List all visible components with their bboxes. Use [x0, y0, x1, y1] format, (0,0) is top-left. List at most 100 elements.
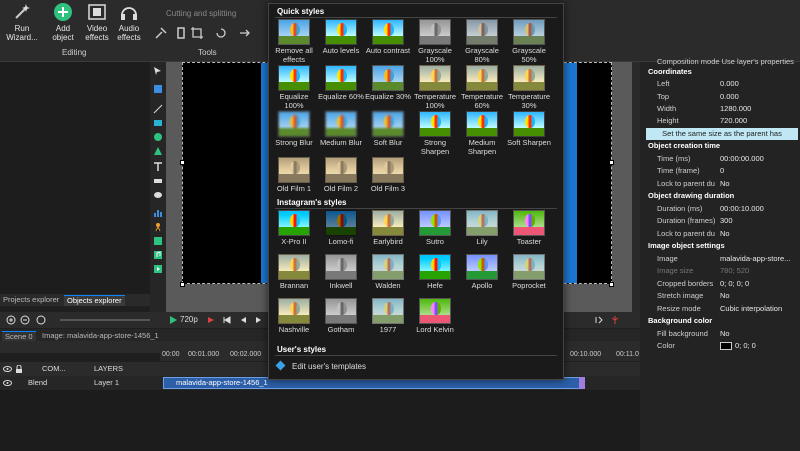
style-option[interactable]: Auto contrast [365, 19, 411, 55]
style-option[interactable]: Hefe [412, 254, 458, 290]
resize-handle[interactable] [609, 282, 614, 287]
style-option[interactable]: Old Film 3 [365, 157, 411, 193]
tab-scene-0[interactable]: Scene 0 [2, 331, 36, 341]
style-option[interactable]: Soft Blur [365, 111, 411, 147]
video-object-icon[interactable] [153, 264, 163, 274]
tab-projects-explorer[interactable]: Projects explorer [0, 295, 62, 306]
style-option[interactable]: Medium Blur [318, 111, 364, 147]
text-object-icon[interactable] [153, 84, 163, 94]
prop-value[interactable]: Cubic interpolation [720, 303, 782, 315]
drawing-duration-section[interactable]: Object drawing duration [640, 190, 800, 202]
record-icon[interactable] [206, 315, 216, 325]
prop-color[interactable]: Color 0; 0; 0 [640, 340, 800, 352]
prop-stretch-image[interactable]: Stretch image No [640, 290, 800, 302]
style-option[interactable]: Strong Sharpen [412, 111, 458, 156]
style-option[interactable]: Brannan [271, 254, 317, 290]
style-option[interactable]: Medium Sharpen [459, 111, 505, 156]
resize-handle[interactable] [180, 282, 185, 287]
prop-value[interactable]: No [720, 328, 730, 340]
add-object-button[interactable]: Add object [46, 0, 80, 50]
style-option[interactable]: X-Pro II [271, 210, 317, 246]
style-option[interactable]: Temperature 60% [459, 65, 505, 110]
prop-lock-parent-duration[interactable]: Lock to parent du No [640, 228, 800, 240]
style-option[interactable]: Earlybird [365, 210, 411, 246]
prop-width[interactable]: Width 1280.000 [640, 103, 800, 115]
style-option[interactable]: Lomo-fi [318, 210, 364, 246]
crop-icon[interactable] [190, 26, 204, 40]
prop-value[interactable]: malavida-app-store... [720, 253, 790, 265]
coordinates-section[interactable]: Coordinates [640, 66, 800, 78]
style-option[interactable]: Apollo [459, 254, 505, 290]
prop-value[interactable]: 720.000 [720, 115, 747, 127]
blend-mode-select[interactable]: Blend [28, 378, 47, 387]
prop-value[interactable]: No [720, 228, 730, 240]
lock-icon[interactable] [15, 365, 23, 373]
prop-value[interactable]: 0; 0; 0; 0 [720, 278, 749, 290]
prop-image[interactable]: Image malavida-app-store... [640, 253, 800, 265]
zoom-in-icon[interactable] [6, 315, 16, 325]
prop-value[interactable]: 00:00:10.000 [720, 203, 764, 215]
prop-value[interactable]: 300 [720, 215, 733, 227]
style-option[interactable]: Old Film 1 [271, 157, 317, 193]
clip-icon[interactable] [174, 26, 188, 40]
shape-icon[interactable] [153, 146, 163, 156]
tab-image-object[interactable]: Image: malavida-app-store-1456_1 [42, 331, 159, 340]
prop-duration-frames[interactable]: Duration (frames) 300 [640, 215, 800, 227]
style-option[interactable]: Soft Sharpen [506, 111, 552, 147]
timeline-body[interactable] [0, 390, 640, 451]
style-option[interactable]: Remove all effects [271, 19, 317, 64]
step-back-icon[interactable] [238, 315, 248, 325]
run-wizard-button[interactable]: Run Wizard... [4, 0, 40, 50]
rectangle-icon[interactable] [153, 118, 163, 128]
prop-value[interactable]: 1280.000 [720, 103, 751, 115]
zoom-out-icon[interactable] [20, 315, 30, 325]
style-option[interactable]: Toaster [506, 210, 552, 246]
zoom-fit-icon[interactable] [36, 315, 46, 325]
image-settings-section[interactable]: Image object settings [640, 240, 800, 252]
text-icon[interactable] [153, 162, 163, 172]
marker-icon[interactable] [594, 315, 604, 325]
background-color-section[interactable]: Background color [640, 315, 800, 327]
prop-left[interactable]: Left 0.000 [640, 78, 800, 90]
audio-object-icon[interactable] [153, 250, 163, 260]
style-option[interactable]: Walden [365, 254, 411, 290]
style-option[interactable]: Inkwell [318, 254, 364, 290]
style-option[interactable]: Old Film 2 [318, 157, 364, 193]
animation-icon[interactable] [153, 222, 163, 232]
canvas-scrollbar[interactable] [632, 62, 640, 312]
audio-effects-button[interactable]: Audio effects [112, 0, 146, 50]
prop-value[interactable]: 0; 0; 0 [720, 340, 756, 352]
tab-objects-explorer[interactable]: Objects explorer [64, 295, 125, 306]
style-option[interactable]: Temperature 30% [506, 65, 552, 110]
style-option[interactable]: Equalize 60% [318, 65, 364, 101]
style-option[interactable]: Grayscale 50% [506, 19, 552, 64]
edit-user-templates-item[interactable]: Edit user's templates [275, 360, 366, 374]
line-icon[interactable] [153, 104, 163, 114]
style-option[interactable]: Lord Kelvin [412, 298, 458, 334]
video-effects-button[interactable]: Video effects [80, 0, 114, 50]
prop-resize-mode[interactable]: Resize mode Cubic interpolation [640, 303, 800, 315]
style-option[interactable]: Nashville [271, 298, 317, 334]
prop-time-frame[interactable]: Time (frame) 0 [640, 165, 800, 177]
cursor-icon[interactable] [153, 66, 163, 76]
prop-value[interactable]: No [720, 178, 730, 190]
prop-cropped-borders[interactable]: Cropped borders 0; 0; 0; 0 [640, 278, 800, 290]
clip-end-handle[interactable] [579, 377, 585, 389]
prop-value[interactable]: 00:00:00.000 [720, 153, 764, 165]
style-option[interactable]: Grayscale 80% [459, 19, 505, 64]
prop-lock-parent[interactable]: Lock to parent du No [640, 178, 800, 190]
skip-start-icon[interactable] [222, 315, 232, 325]
prop-height[interactable]: Height 720.000 [640, 115, 800, 127]
split-icon[interactable] [610, 315, 620, 325]
step-forward-icon[interactable] [254, 315, 264, 325]
rotate-icon[interactable] [214, 26, 228, 40]
prop-time-ms[interactable]: Time (ms) 00:00:00.000 [640, 153, 800, 165]
image-object-icon[interactable] [153, 236, 163, 246]
style-option[interactable]: Strong Blur [271, 111, 317, 147]
style-option[interactable]: Equalize 100% [271, 65, 317, 110]
prop-value[interactable]: 0 [720, 165, 724, 177]
ellipse-icon[interactable] [153, 132, 163, 142]
style-option[interactable]: Grayscale 100% [412, 19, 458, 64]
style-option[interactable]: Equalize 30% [365, 65, 411, 101]
speech-bubble-icon[interactable] [153, 190, 163, 200]
